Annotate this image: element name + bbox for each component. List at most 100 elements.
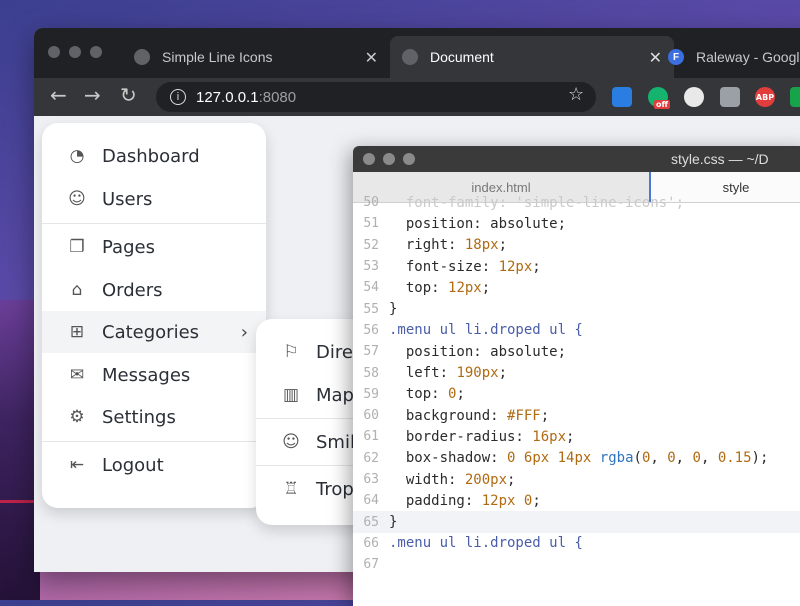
line-number: 63 [363,472,379,487]
tab-simple-line-icons[interactable]: Simple Line Icons ✕ [134,36,390,78]
back-arrow-icon[interactable]: ← [50,83,67,107]
code-line[interactable]: 64 padding: 12px 0; [353,490,800,511]
chevron-right-icon: › [240,321,248,343]
code-editor-window: style.css — ~/D index.html style 50 font… [353,146,800,606]
close-icon[interactable]: ✕ [365,48,378,68]
window-controls [48,46,102,58]
editor-titlebar: style.css — ~/D [353,146,800,172]
code-text: font-family: 'simple-line-icons'; [389,194,685,211]
tab-raleway[interactable]: F Raleway - Googl [668,36,800,78]
code-line[interactable]: 50 font-family: 'simple-line-icons'; [353,192,800,213]
code-text: position: absolute; [389,343,567,360]
line-number: 62 [363,450,379,466]
code-text: border-radius: 16px; [389,428,575,445]
line-number: 61 [363,429,379,445]
code-text: .menu ul li.droped ul { [389,535,583,552]
grammarly-extension-icon[interactable]: off [648,87,670,109]
address-bar[interactable]: i 127.0.0.1:8080 [156,82,596,112]
close-icon[interactable]: ✕ [649,48,662,68]
close-window-button[interactable] [48,46,60,58]
menu-item-label: Pages [102,236,155,258]
code-line[interactable]: 58 left: 190px; [353,362,800,383]
code-line[interactable]: 63 width: 200px; [353,469,800,490]
globe-icon [402,49,418,65]
code-line[interactable]: 62 box-shadow: 0 6px 14px rgba(0, 0, 0, … [353,448,800,469]
bookmark-star-icon[interactable]: ☆ [568,84,584,105]
code-line[interactable]: 56 .menu ul li.droped ul { [353,320,800,341]
forward-arrow-icon[interactable]: → [84,83,101,107]
code-line[interactable]: 66 .menu ul li.droped ul { [353,533,800,554]
tab-title: Simple Line Icons [162,49,273,65]
editor-maximize-button[interactable] [403,153,415,165]
line-number: 50 [363,195,379,211]
side-menu: ◔ Dashboard ☺ Users ❐ Pages ⌂ Orders ⊞ C… [42,123,266,508]
code-line[interactable]: 60 background: #FFF; [353,405,800,426]
code-text: padding: 12px 0; [389,492,541,509]
submenu-item-label: Map [316,384,354,406]
code-line[interactable]: 51 position: absolute; [353,213,800,234]
code-text: top: 0; [389,386,465,403]
tab-document[interactable]: Document ✕ [390,36,674,78]
info-icon[interactable]: i [170,89,186,105]
menu-divider [42,441,266,442]
adblock-extension-icon[interactable]: ABP [755,87,775,107]
organization-icon: ⊞ [69,322,85,342]
docs-icon: ❐ [69,237,85,257]
code-line[interactable]: 54 top: 12px; [353,277,800,298]
url-port: :8080 [258,88,297,106]
line-number: 53 [363,259,379,275]
maximize-window-button[interactable] [90,46,102,58]
editor-close-button[interactable] [363,153,375,165]
menu-item-pages[interactable]: ❐ Pages [42,226,266,268]
line-number: 57 [363,344,379,360]
code-line[interactable]: 52 right: 18px; [353,235,800,256]
line-number: 51 [363,216,379,232]
code-line[interactable]: 59 top: 0; [353,384,800,405]
line-number: 55 [363,301,379,317]
code-line[interactable]: 57 position: absolute; [353,341,800,362]
code-text: background: #FFF; [389,407,550,424]
line-number: 58 [363,365,379,381]
line-number: 60 [363,408,379,424]
menu-item-orders[interactable]: ⌂ Orders [42,269,266,311]
menu-divider [42,223,266,224]
menu-item-settings[interactable]: ⚙ Settings [42,396,266,438]
code-text: width: 200px; [389,471,516,488]
camera-extension-icon[interactable] [720,87,740,107]
code-line[interactable]: 67 [353,554,800,575]
map-icon: ▥ [282,385,300,405]
code-area[interactable]: 50 font-family: 'simple-line-icons'; 51 p… [353,195,800,575]
tab-strip: Simple Line Icons ✕ Document ✕ F Raleway… [34,28,800,78]
code-line[interactable]: 61 border-radius: 16px; [353,426,800,447]
menu-item-dashboard[interactable]: ◔ Dashboard [42,135,266,177]
editor-window-controls [363,153,415,165]
code-line[interactable]: 55} [353,298,800,319]
code-text: } [389,301,398,318]
line-number: 65 [363,514,379,530]
logout-icon: ⇤ [69,455,85,475]
block-extension-icon[interactable] [684,87,704,107]
shield-extension-icon[interactable] [790,87,800,107]
minimize-window-button[interactable] [69,46,81,58]
menu-item-label: Logout [102,454,164,476]
code-text: right: 18px; [389,237,508,254]
screenshot-extension-icon[interactable] [612,87,632,107]
menu-item-label: Orders [102,279,163,301]
globe-icon [134,49,150,65]
tab-title: Document [430,49,494,65]
menu-item-categories[interactable]: ⊞ Categories › [42,311,266,353]
code-line[interactable]: 65} [353,511,800,533]
menu-item-label: Users [102,188,153,210]
reload-icon[interactable]: ↻ [120,83,137,107]
menu-item-messages[interactable]: ✉ Messages [42,354,266,396]
settings-icon: ⚙ [69,407,85,427]
code-line[interactable]: 53 font-size: 12px; [353,256,800,277]
editor-minimize-button[interactable] [383,153,395,165]
directions-icon: ⚐ [283,342,299,362]
speedometer-icon: ◔ [69,146,85,166]
menu-item-label: Messages [102,364,191,386]
menu-item-logout[interactable]: ⇤ Logout [42,444,266,486]
menu-item-users[interactable]: ☺ Users [42,178,266,220]
line-number: 66 [363,535,379,551]
people-icon: ☺ [68,189,86,209]
